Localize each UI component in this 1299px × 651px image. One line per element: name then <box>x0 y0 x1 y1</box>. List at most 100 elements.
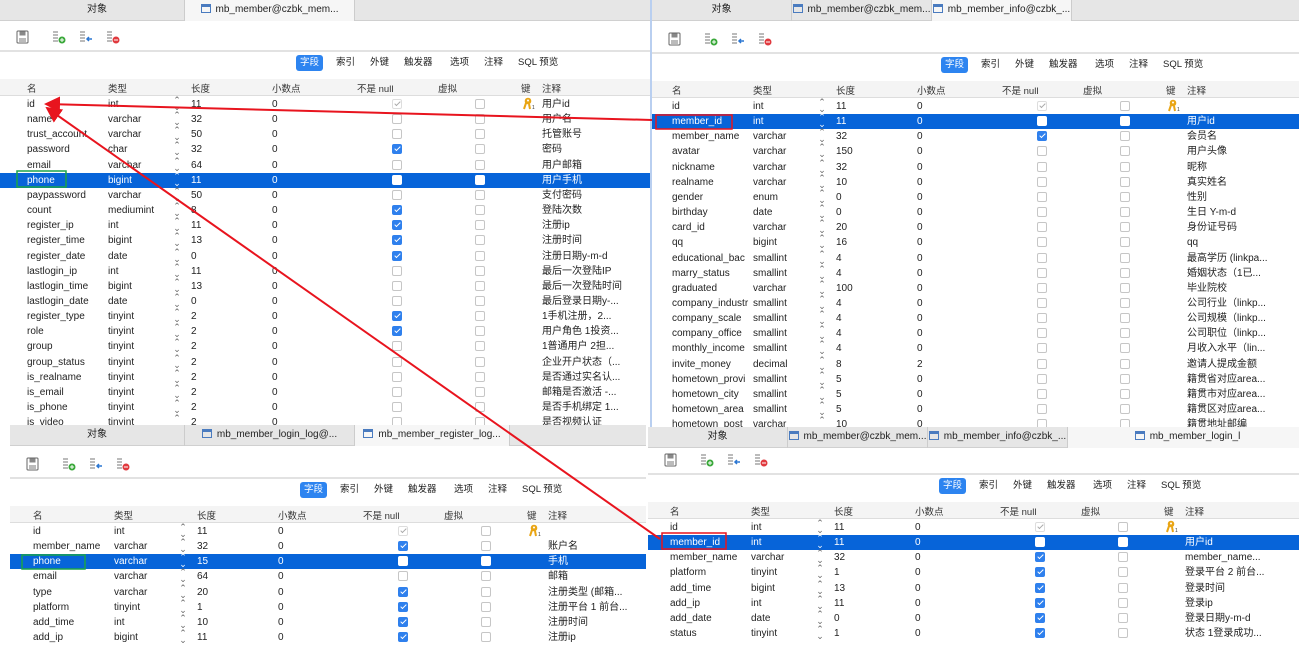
column-header[interactable]: 键 <box>527 508 537 522</box>
not-null-checkbox[interactable] <box>392 311 402 322</box>
field-type[interactable]: varchar <box>753 221 786 234</box>
type-stepper[interactable]: ⌃⌄ <box>816 609 824 625</box>
field-name[interactable]: nickname <box>672 161 715 174</box>
not-null-checkbox[interactable] <box>392 326 402 337</box>
column-header[interactable]: 长度 <box>191 81 210 95</box>
field-type[interactable]: int <box>108 219 119 232</box>
field-type[interactable]: varchar <box>753 161 786 174</box>
field-comment[interactable]: 账户名 <box>548 540 578 553</box>
column-header[interactable]: 小数点 <box>278 508 307 522</box>
field-name[interactable]: lastlogin_date <box>27 295 89 308</box>
type-stepper[interactable]: ⌃⌄ <box>818 128 826 144</box>
type-stepper[interactable]: ⌃⌄ <box>816 579 824 595</box>
field-comment[interactable]: 1普通用户 2担... <box>542 340 614 353</box>
not-null-checkbox[interactable] <box>1035 582 1045 593</box>
field-length[interactable]: 4 <box>836 297 842 310</box>
field-row[interactable]: lastlogin_date date 0 0 最后登录日期y-... ⌃ ⌄ <box>0 292 650 309</box>
field-comment[interactable]: 用户角色 1投资... <box>542 325 619 338</box>
field-decimals[interactable]: 0 <box>278 631 284 644</box>
add-field-icon[interactable] <box>704 32 718 46</box>
field-length[interactable]: 32 <box>834 551 845 564</box>
type-stepper[interactable]: ⌃⌄ <box>818 279 826 295</box>
field-comment[interactable]: 生日 Y-m-d <box>1187 206 1236 219</box>
field-decimals[interactable]: 0 <box>917 252 923 265</box>
field-decimals[interactable]: 0 <box>917 282 923 295</box>
field-decimals[interactable]: 0 <box>272 128 278 141</box>
field-length[interactable]: 32 <box>191 113 202 126</box>
not-null-checkbox[interactable] <box>392 144 402 155</box>
field-decimals[interactable]: 0 <box>272 189 278 202</box>
virtual-checkbox[interactable] <box>1118 567 1128 578</box>
field-name[interactable]: educational_bac <box>672 252 745 265</box>
field-row[interactable]: monthly_income smallint 4 0 月收入水平（lin... ⌃ ⌄ <box>652 340 1299 356</box>
field-length[interactable]: 100 <box>836 282 853 295</box>
subtab-0[interactable]: 字段 <box>296 55 324 71</box>
not-null-checkbox[interactable] <box>392 205 402 216</box>
subtab-1[interactable]: 索引 <box>975 478 1002 494</box>
insert-field-icon[interactable] <box>79 30 93 44</box>
field-decimals[interactable]: 0 <box>917 191 923 204</box>
field-row[interactable]: company_scale smallint 4 0 公司规模（linkp... ⌃ ⌄ <box>652 310 1299 326</box>
type-stepper[interactable]: ⌃⌄ <box>818 370 826 386</box>
not-null-checkbox[interactable] <box>392 341 402 352</box>
field-comment[interactable]: 注册ip <box>548 631 576 644</box>
subtab-6[interactable]: SQL 预览 <box>1157 478 1205 494</box>
field-length[interactable]: 2 <box>191 325 197 338</box>
field-row[interactable]: educational_bac smallint 4 0 最高学历 (linkpa...… <box>652 249 1299 266</box>
field-name[interactable]: hometown_city <box>672 388 739 401</box>
type-stepper[interactable]: ⌃⌄ <box>173 383 181 399</box>
field-type[interactable]: varchar <box>114 570 147 583</box>
field-length[interactable]: 5 <box>836 388 842 401</box>
field-name[interactable]: graduated <box>672 282 717 295</box>
field-row[interactable]: member_name varchar 32 0 会员名 ⌃ ⌄ <box>652 128 1299 144</box>
virtual-checkbox[interactable] <box>1120 404 1130 414</box>
field-decimals[interactable]: 0 <box>272 250 278 263</box>
subtab-1[interactable]: 索引 <box>336 482 363 498</box>
field-name[interactable]: id <box>670 521 678 534</box>
field-type[interactable]: bigint <box>108 174 132 187</box>
virtual-checkbox[interactable] <box>1120 207 1130 218</box>
virtual-checkbox[interactable] <box>475 295 485 306</box>
field-name[interactable]: email <box>33 570 57 583</box>
field-length[interactable]: 4 <box>836 312 842 325</box>
virtual-checkbox[interactable] <box>1120 388 1130 399</box>
field-length[interactable]: 11 <box>197 631 207 644</box>
column-header[interactable]: 长度 <box>197 508 216 522</box>
type-stepper[interactable]: ⌃⌄ <box>818 385 826 401</box>
field-decimals[interactable]: 0 <box>272 174 278 187</box>
field-name[interactable]: id <box>27 98 35 111</box>
not-null-checkbox[interactable] <box>392 295 402 306</box>
column-header[interactable]: 不是 null <box>1002 83 1038 97</box>
type-stepper[interactable]: ⌃⌄ <box>179 598 187 614</box>
virtual-checkbox[interactable] <box>481 571 491 582</box>
field-comment[interactable]: 月收入水平（lin... <box>1187 342 1265 355</box>
not-null-checkbox[interactable] <box>398 601 408 612</box>
field-row[interactable]: platform tinyint 1 0 登录平台 2 前台... ⌃ ⌄ <box>648 564 1299 580</box>
subtab-1[interactable]: 索引 <box>977 57 1004 73</box>
field-length[interactable]: 0 <box>836 191 842 204</box>
field-comment[interactable]: 注册时间 <box>542 234 582 247</box>
field-length[interactable]: 11 <box>191 174 201 187</box>
field-length[interactable]: 1 <box>197 601 203 614</box>
type-stepper[interactable]: ⌃⌄ <box>818 158 826 174</box>
field-row[interactable]: member_id int 11 0 用户id ⌃ ⌄ <box>648 534 1299 551</box>
field-decimals[interactable]: 0 <box>278 555 284 568</box>
field-name[interactable]: role <box>27 325 44 338</box>
field-decimals[interactable]: 0 <box>278 586 284 599</box>
field-row[interactable]: group tinyint 2 0 1普通用户 2担... ⌃ ⌄ <box>0 338 650 354</box>
subtab-4[interactable]: 选项 <box>1091 57 1118 73</box>
virtual-checkbox[interactable] <box>1120 237 1130 248</box>
field-type[interactable]: date <box>108 250 127 263</box>
type-stepper[interactable]: ⌃⌄ <box>818 219 826 235</box>
field-comment[interactable]: 邮箱是否激活 -... <box>542 386 616 399</box>
field-type[interactable]: decimal <box>753 358 787 371</box>
field-length[interactable]: 13 <box>191 234 202 247</box>
column-header[interactable]: 名 <box>670 504 680 518</box>
field-comment[interactable]: 性别 <box>1187 191 1207 204</box>
field-length[interactable]: 11 <box>197 525 207 538</box>
field-length[interactable]: 1 <box>834 627 840 640</box>
field-decimals[interactable]: 0 <box>917 206 923 219</box>
subtab-6[interactable]: SQL 预览 <box>518 482 566 498</box>
type-stepper[interactable]: ⌃⌄ <box>818 340 826 356</box>
column-header[interactable]: 注释 <box>542 81 561 95</box>
